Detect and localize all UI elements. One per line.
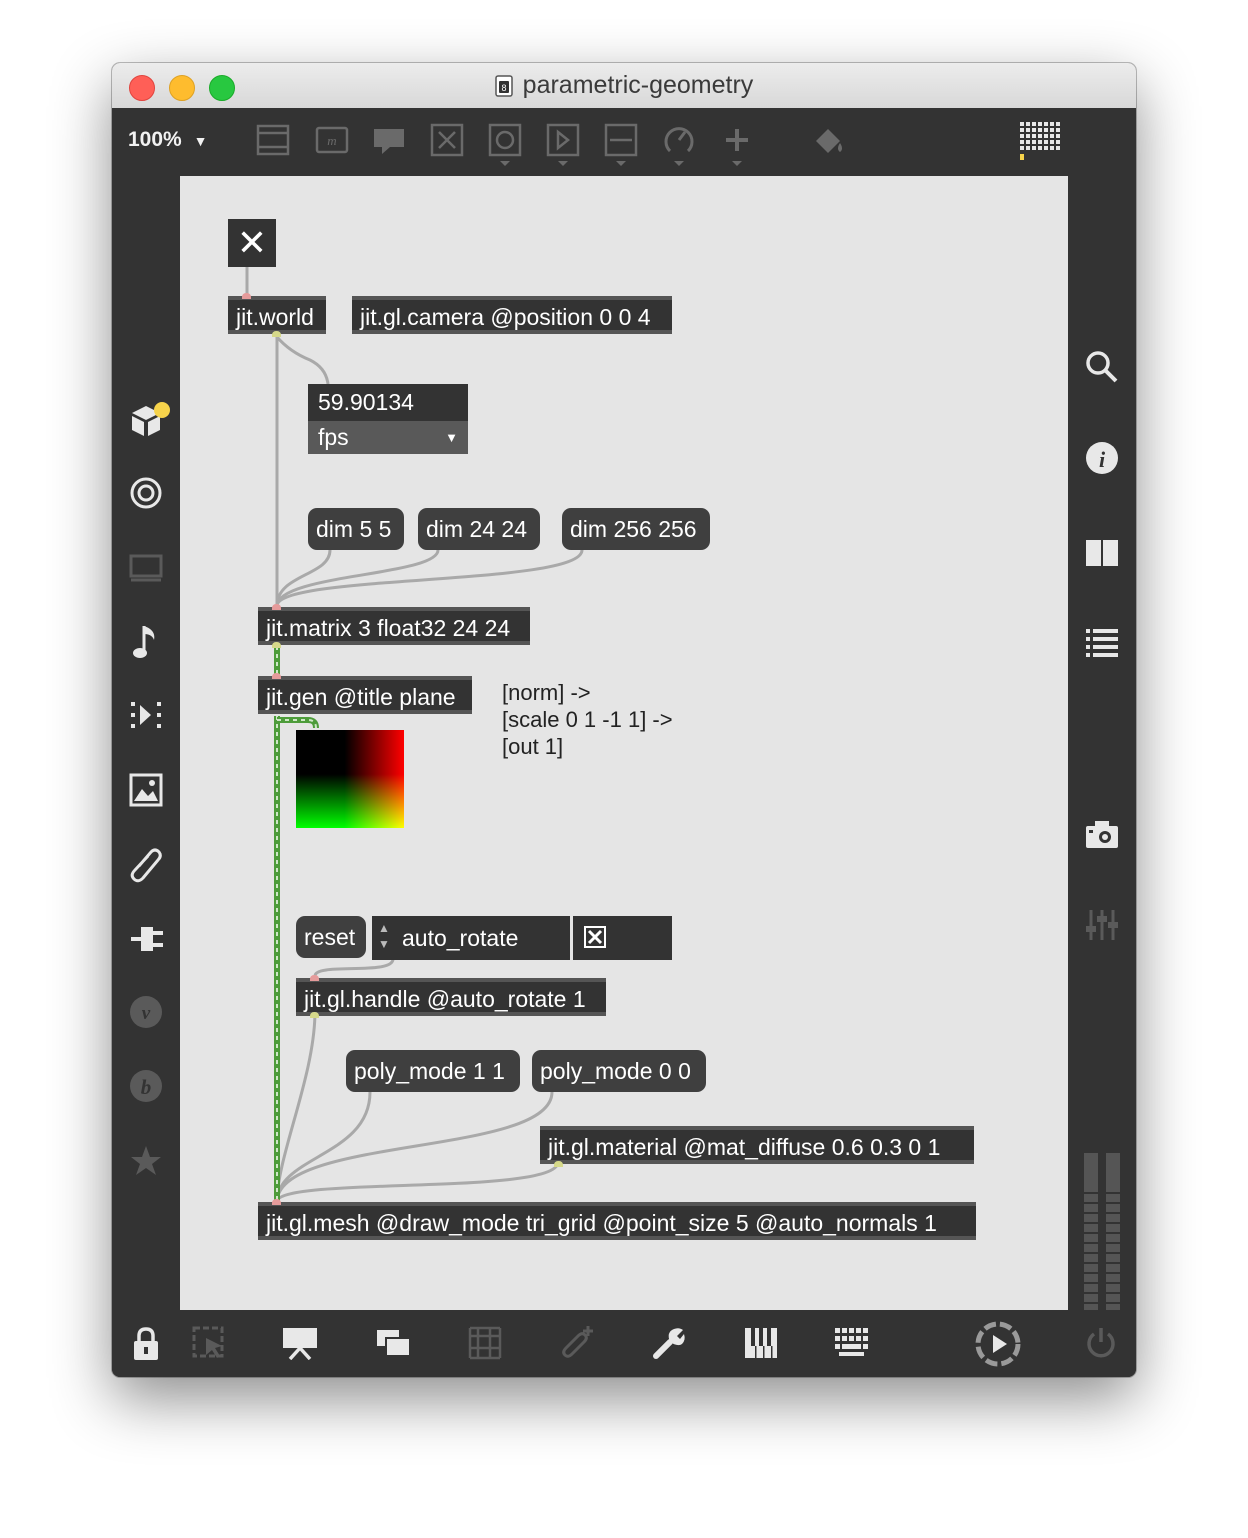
- keyboard-icon[interactable]: [834, 1326, 870, 1358]
- message-object-icon[interactable]: [372, 123, 406, 157]
- port[interactable]: [272, 673, 281, 679]
- monitor-icon[interactable]: [129, 553, 163, 583]
- vizzie-icon[interactable]: v: [129, 995, 163, 1029]
- power-icon[interactable]: [1084, 1326, 1118, 1360]
- svg-text:b: b: [141, 1075, 152, 1099]
- dim-5-message[interactable]: dim 5 5: [308, 508, 404, 550]
- presentation-mode-icon[interactable]: [192, 1326, 226, 1360]
- search-icon[interactable]: [1085, 350, 1119, 384]
- zoom-value: 100%: [128, 128, 182, 151]
- music-note-icon[interactable]: [132, 622, 162, 662]
- list-icon[interactable]: [1085, 626, 1119, 660]
- object-browser-icon[interactable]: [130, 400, 172, 440]
- port[interactable]: [272, 604, 281, 610]
- svg-text:8: 8: [501, 83, 506, 93]
- fps-unit-label: fps: [318, 424, 349, 450]
- matrix-preview-green: [296, 730, 404, 828]
- window-title: parametric-geometry: [522, 71, 754, 99]
- poly-mode-0-message[interactable]: poly_mode 0 0: [532, 1050, 706, 1092]
- auto-rotate-attrui[interactable]: ▲ ▼ auto_rotate: [372, 916, 672, 960]
- paint-bucket-icon[interactable]: [812, 123, 846, 157]
- app-window: 8 parametric-geometry 100% ▼ m v b ✕ jit…: [112, 63, 1136, 1377]
- title-bar: 8 parametric-geometry: [112, 63, 1136, 109]
- wrench-icon[interactable]: [652, 1326, 686, 1360]
- info-icon[interactable]: i: [1085, 441, 1119, 475]
- grid-pattern-icon[interactable]: [1020, 122, 1062, 162]
- auto-rotate-checkbox[interactable]: [584, 926, 606, 948]
- present-icon[interactable]: [282, 1326, 318, 1360]
- window-title-group: 8 parametric-geometry: [112, 63, 1136, 108]
- poly-mode-1-message[interactable]: poly_mode 1 1: [346, 1050, 520, 1092]
- patcher-toolbar: 100% ▼ m: [112, 108, 1136, 176]
- reference-book-icon[interactable]: [1085, 538, 1119, 568]
- jit-gl-material-object[interactable]: jit.gl.material @mat_diffuse 0.6 0.3 0 1: [540, 1126, 974, 1164]
- checkbox-x-icon: [586, 928, 604, 946]
- document-icon: 8: [494, 74, 513, 97]
- world-toggle[interactable]: ✕: [228, 219, 276, 267]
- port[interactable]: [272, 331, 281, 337]
- jit-gl-handle-object[interactable]: jit.gl.handle @auto_rotate 1: [296, 978, 606, 1016]
- lock-icon[interactable]: [132, 1326, 160, 1362]
- port[interactable]: [272, 642, 281, 648]
- gen-comment: [norm] -> [scale 0 1 -1 1] -> [out 1]: [502, 680, 673, 759]
- add-object-icon[interactable]: [720, 123, 754, 167]
- dim-24-message[interactable]: dim 24 24: [418, 508, 540, 550]
- jit-matrix-object[interactable]: jit.matrix 3 float32 24 24: [258, 607, 530, 645]
- fps-number-box[interactable]: 59.90134 fps ▼: [308, 384, 468, 454]
- comment-object-icon[interactable]: m: [315, 123, 349, 157]
- grid-icon[interactable]: [468, 1326, 502, 1360]
- auto-rotate-label: auto_rotate: [402, 925, 519, 951]
- jit-gl-camera-object[interactable]: jit.gl.camera @position 0 0 4: [352, 296, 672, 334]
- add-attachment-icon[interactable]: [558, 1324, 596, 1362]
- patcher-canvas[interactable]: ✕ jit.world jit.gl.camera @position 0 0 …: [180, 176, 1068, 1310]
- paperclip-icon[interactable]: [129, 846, 163, 884]
- piano-keys-icon[interactable]: [744, 1326, 778, 1360]
- jit-gen-object[interactable]: jit.gen @title plane: [258, 676, 472, 714]
- mixer-icon[interactable]: [1085, 908, 1119, 942]
- attrui-divider: [570, 916, 573, 960]
- right-sidebar: i: [1068, 176, 1136, 1371]
- button-object-icon[interactable]: [430, 123, 464, 157]
- svg-text:m: m: [327, 133, 336, 148]
- port[interactable]: [310, 975, 319, 981]
- favorites-icon[interactable]: [129, 1144, 163, 1178]
- presentation-toggle-icon[interactable]: [256, 123, 290, 157]
- slider-object-icon[interactable]: [604, 123, 638, 167]
- svg-text:i: i: [1099, 447, 1106, 472]
- transport-icon[interactable]: [974, 1320, 1022, 1368]
- toggle-object-icon[interactable]: [488, 123, 522, 167]
- reset-message[interactable]: reset: [296, 916, 366, 958]
- new-view-icon[interactable]: [376, 1328, 412, 1358]
- port[interactable]: [554, 1161, 563, 1167]
- jit-gl-mesh-object[interactable]: jit.gl.mesh @draw_mode tri_grid @point_s…: [258, 1202, 976, 1240]
- plug-icon[interactable]: [129, 921, 165, 957]
- image-icon[interactable]: [129, 773, 163, 807]
- zoom-menu[interactable]: 100% ▼: [128, 128, 207, 152]
- port[interactable]: [310, 1012, 319, 1018]
- number-object-icon[interactable]: [546, 123, 580, 167]
- beap-icon[interactable]: b: [129, 1069, 163, 1103]
- playlist-icon[interactable]: [129, 698, 163, 732]
- left-sidebar: v b: [112, 176, 180, 1310]
- camera-icon[interactable]: [1085, 818, 1119, 850]
- port[interactable]: [272, 1199, 281, 1205]
- stepper-arrows-icon: ▲ ▼: [378, 921, 390, 951]
- bottom-toolbar: [112, 1310, 1136, 1377]
- matrix-preview: [296, 730, 404, 828]
- dim-256-message[interactable]: dim 256 256: [562, 508, 710, 550]
- dial-object-icon[interactable]: [662, 123, 696, 167]
- port[interactable]: [242, 293, 251, 299]
- svg-text:v: v: [142, 1003, 151, 1024]
- fps-unit-menu[interactable]: fps ▼: [308, 421, 468, 454]
- chevron-down-icon: ▼: [193, 133, 208, 149]
- chevron-down-icon: ▼: [445, 430, 458, 445]
- fps-value: 59.90134: [318, 389, 414, 415]
- close-icon: ✕: [236, 222, 268, 263]
- target-icon[interactable]: [129, 476, 163, 510]
- jit-world-object[interactable]: jit.world: [228, 296, 326, 334]
